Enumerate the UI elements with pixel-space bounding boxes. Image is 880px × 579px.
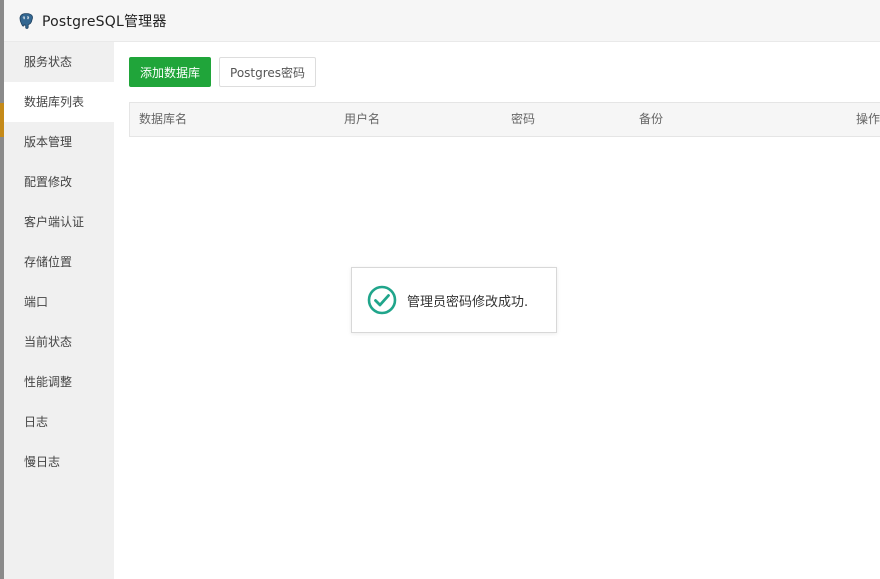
column-header-database-name[interactable]: 数据库名 <box>139 103 187 136</box>
app-window: PostgreSQL管理器 服务状态 数据库列表 版本管理 配置修改 客户端认证… <box>0 0 880 579</box>
check-circle-icon <box>366 284 398 316</box>
app-title: PostgreSQL管理器 <box>42 13 167 30</box>
column-header-actions[interactable]: 操作 <box>856 103 880 136</box>
sidebar-item-storage-location[interactable]: 存储位置 <box>4 242 114 282</box>
toolbar: 添加数据库 Postgres密码 <box>129 57 317 87</box>
sidebar-item-database-list[interactable]: 数据库列表 <box>4 82 114 122</box>
sidebar: 服务状态 数据库列表 版本管理 配置修改 客户端认证 存储位置 端口 当前状态 … <box>4 42 114 579</box>
sidebar-item-config-edit[interactable]: 配置修改 <box>4 162 114 202</box>
sidebar-item-slow-logs[interactable]: 慢日志 <box>4 442 114 482</box>
column-header-password[interactable]: 密码 <box>511 103 535 136</box>
table-header: 数据库名 用户名 密码 备份 操作 <box>129 102 880 137</box>
sidebar-item-logs[interactable]: 日志 <box>4 402 114 442</box>
add-database-button[interactable]: 添加数据库 <box>129 57 212 87</box>
column-header-username[interactable]: 用户名 <box>344 103 380 136</box>
sidebar-item-performance-tuning[interactable]: 性能调整 <box>4 362 114 402</box>
sidebar-item-version-management[interactable]: 版本管理 <box>4 122 114 162</box>
sidebar-item-current-status[interactable]: 当前状态 <box>4 322 114 362</box>
postgresql-elephant-icon <box>16 11 36 31</box>
postgres-password-button[interactable]: Postgres密码 <box>219 57 317 87</box>
sidebar-item-client-auth[interactable]: 客户端认证 <box>4 202 114 242</box>
column-header-backup[interactable]: 备份 <box>639 103 663 136</box>
sidebar-item-service-status[interactable]: 服务状态 <box>4 42 114 82</box>
toast-message: 管理员密码修改成功. <box>407 294 529 310</box>
title-bar: PostgreSQL管理器 <box>4 0 880 42</box>
sidebar-item-port[interactable]: 端口 <box>4 282 114 322</box>
success-toast: 管理员密码修改成功. <box>351 267 557 333</box>
database-table: 数据库名 用户名 密码 备份 操作 <box>129 102 880 137</box>
